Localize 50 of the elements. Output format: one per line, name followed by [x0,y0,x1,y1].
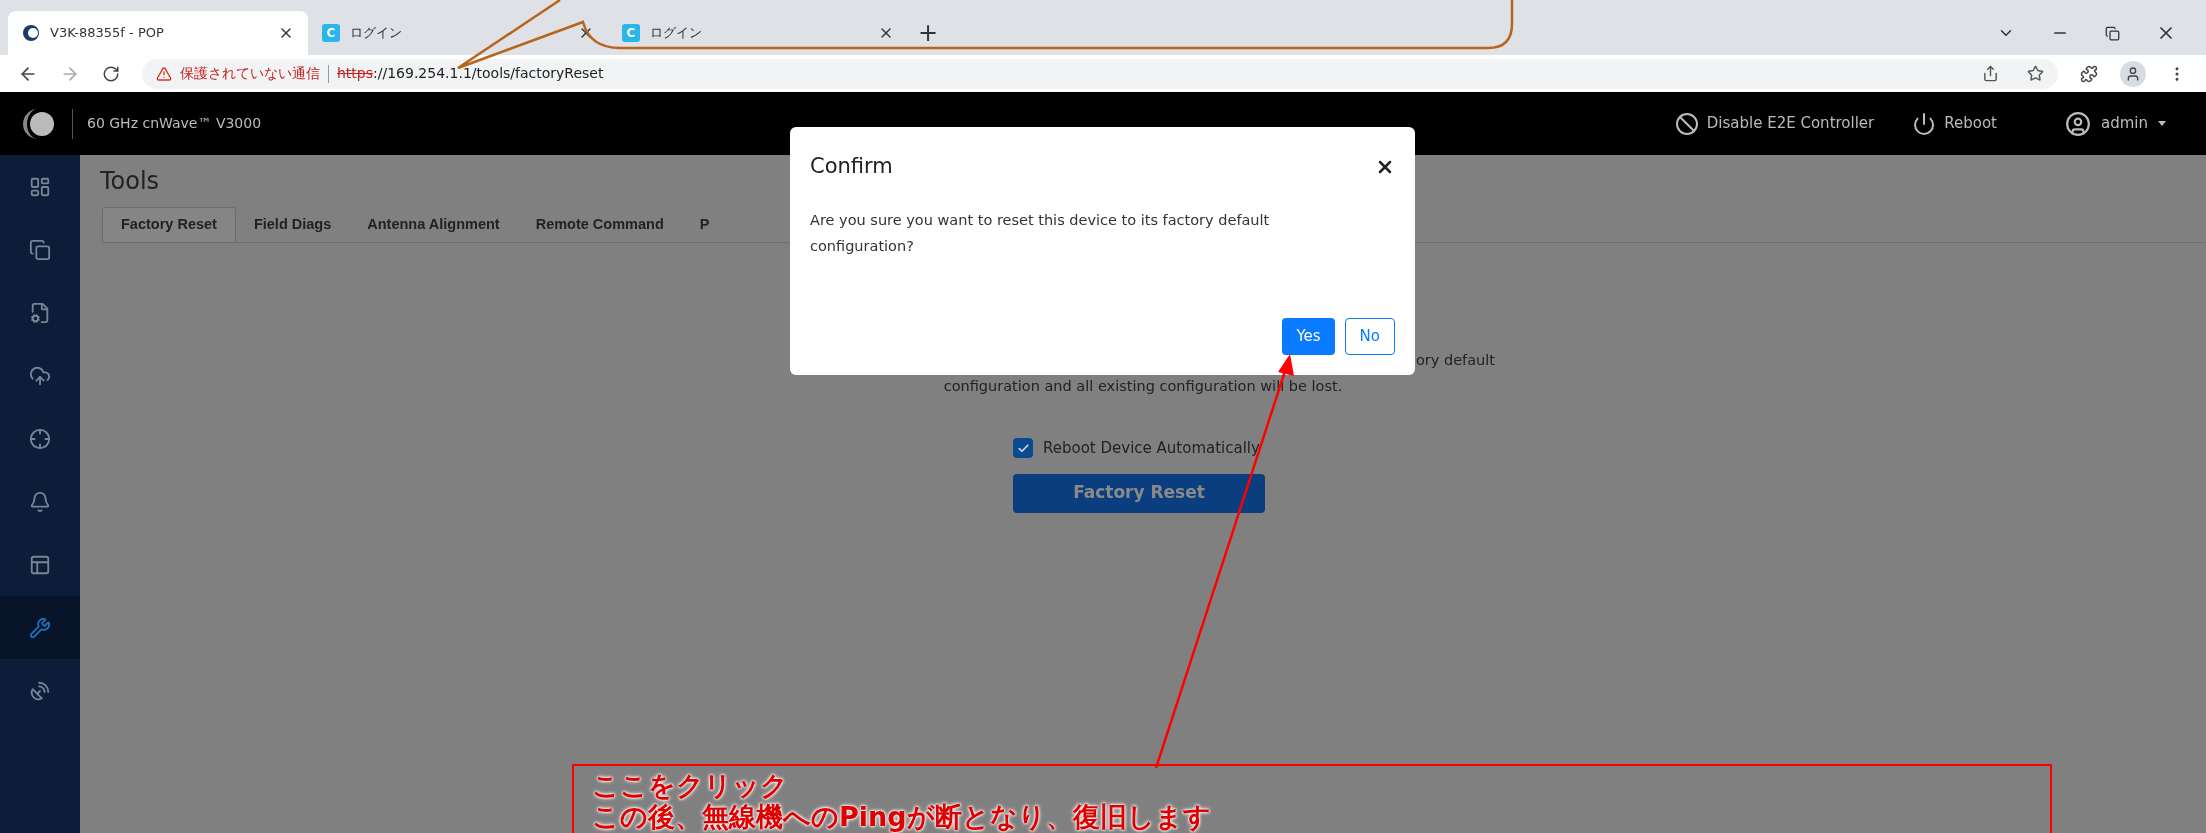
extensions-icon[interactable] [2080,64,2098,83]
layout-icon [29,553,51,576]
profile-avatar[interactable] [2120,60,2146,87]
user-icon [2065,110,2091,137]
restore-icon[interactable] [2105,25,2120,41]
annotation-text: この後、無線機へのPingが断となり、復旧します [592,801,1212,832]
reload-icon[interactable] [102,64,120,83]
tab-title: V3K-88355f - POP [50,24,165,43]
annotation-text: ここをクリック [592,770,789,801]
satellite-dish-icon [29,679,51,702]
page-tab[interactable]: Factory Reset [102,207,236,242]
tab-title: ログイン [350,24,403,43]
security-warning: 保護されていない通信 [180,64,320,83]
address-bar[interactable]: 保護されていない通信 https://169.254.1.1/tools/factoryReset [142,58,2058,89]
document-gear-icon [29,301,51,324]
page-tab[interactable]: Field Diags [235,207,350,242]
header-action[interactable]: Reboot [1912,111,1997,136]
yes-button[interactable]: Yes [1282,318,1335,355]
header-action[interactable]: Disable E2E Controller [1674,111,1875,136]
dialog-message: Are you sure you want to reset this device to its factory default configuration? [810,211,1271,256]
dashboard-icon [29,175,51,198]
url-text: https://169.254.1.1/tools/factoryReset [337,64,604,83]
new-tab-button[interactable]: + [908,11,948,55]
caret-icon [2158,121,2166,126]
check-icon [1016,441,1030,455]
page-tab[interactable]: Antenna Alignment [349,207,518,242]
user-menu[interactable]: admin [2065,110,2166,137]
logo-icon [22,24,40,42]
copy-icon [29,238,51,261]
power-icon [1912,111,1937,136]
page-title: Tools [99,166,160,197]
cloud-upload-icon [29,364,51,387]
product-name: 60 GHz cnWave™ V3000 [87,114,262,133]
checkbox[interactable] [1013,438,1033,459]
share-icon[interactable] [1982,65,1999,82]
crosshair-icon [29,427,51,450]
wrench-icon [29,616,51,639]
ban-icon [1674,111,1699,136]
warning-icon [156,65,172,82]
no-button[interactable]: No [1344,318,1395,355]
dialog-title: Confirm [810,153,893,181]
browser-tab[interactable]: V3K-88355f - POP [8,11,308,55]
star-icon[interactable] [2027,65,2044,82]
tab-title: ログイン [650,24,703,43]
description-text: ory default [1415,351,1495,370]
bell-icon [29,490,51,513]
page-tab[interactable]: P [681,207,728,242]
page-tab[interactable]: Remote Command [517,207,682,242]
site-icon: C [622,24,640,42]
site-icon: C [322,24,340,42]
